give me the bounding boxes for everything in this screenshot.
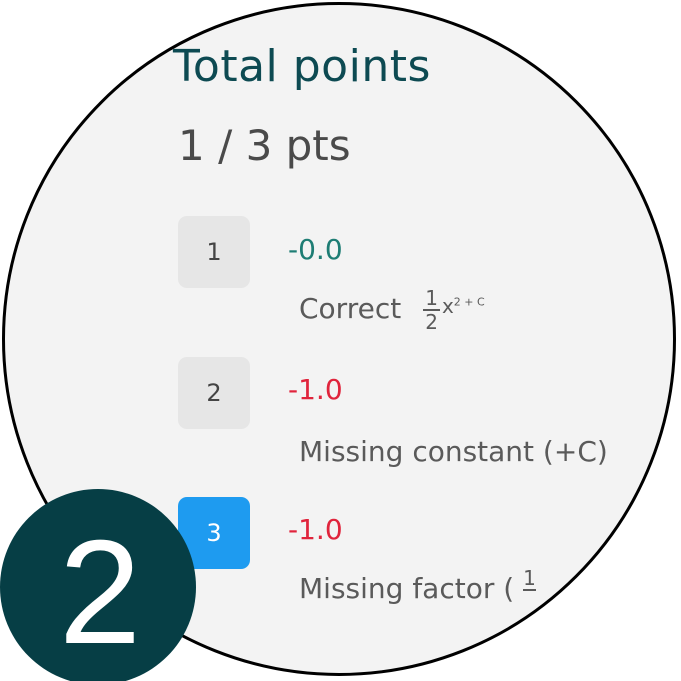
rubric-item-1-math-tail: x2 + C xyxy=(442,294,485,318)
rubric-item-3-description: Missing factor ( 1 xyxy=(299,567,536,613)
fraction-numerator: 1 xyxy=(523,566,536,591)
fraction-numerator: 1 xyxy=(423,286,440,311)
math-variable: x xyxy=(441,294,454,318)
rubric-item-3-fraction: 1 xyxy=(523,567,536,613)
screenshot-stage: Total points 1 / 3 pts 1 -0.0 Correct 1 2 x… xyxy=(0,0,681,681)
rubric-item-2-number-button[interactable]: 2 xyxy=(178,357,250,429)
rubric-item-1-delta: -0.0 xyxy=(288,233,343,266)
rubric-item-2-description: Missing constant (+C) xyxy=(299,435,608,468)
rubric-item-3-delta: -1.0 xyxy=(288,513,343,546)
rubric-item-1-number-button[interactable]: 1 xyxy=(178,216,250,288)
fraction-denominator: 2 xyxy=(425,310,438,334)
step-number: 2 xyxy=(58,510,142,675)
panel-title: Total points xyxy=(173,41,431,92)
step-number-badge: 2 xyxy=(0,489,196,681)
rubric-item-1-label: Correct xyxy=(299,292,402,325)
fraction-denominator xyxy=(523,591,536,613)
rubric-item-1-fraction: 12 xyxy=(423,287,440,333)
total-points-score: 1 / 3 pts xyxy=(178,121,351,170)
rubric-item-2-delta: -1.0 xyxy=(288,373,343,406)
rubric-item-3-label: Missing factor ( xyxy=(299,572,515,605)
rubric-item-1-description: Correct 1 2 x2 + C xyxy=(299,287,485,333)
math-superscript: 2 + C xyxy=(453,295,485,309)
